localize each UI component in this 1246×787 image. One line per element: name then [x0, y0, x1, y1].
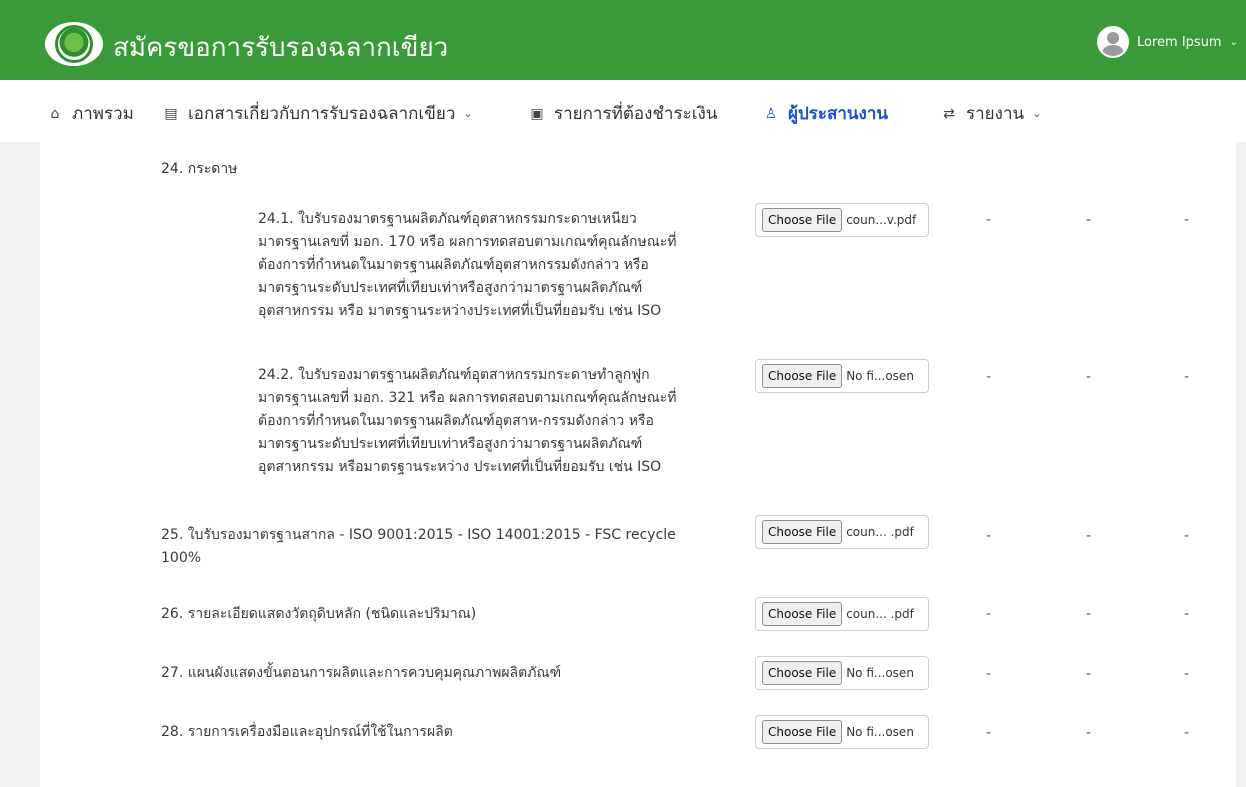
document-icon: ▤ [164, 105, 178, 122]
nav-item-coordinator[interactable]: ♙ ผู้ประสานงาน [762, 100, 888, 127]
document-requirement: 24.2. ใบรับรองมาตรฐานผลิตภัณฑ์อุตสาหกรรม… [258, 367, 677, 475]
status-dash: - [1086, 606, 1092, 622]
avatar-icon[interactable] [1097, 26, 1130, 58]
status-dash: - [1086, 725, 1092, 741]
nav-item-overview[interactable]: ⌂ ภาพรวม [46, 100, 134, 127]
document-requirement: 26. รายละเอียดแสดงวัตถุดิบหลัก (ชนิดและป… [161, 606, 477, 622]
home-icon: ⌂ [50, 105, 60, 122]
status-dash: - [1184, 666, 1190, 682]
choose-file-button[interactable]: Choose File [762, 208, 843, 232]
status-dash: - [1086, 666, 1092, 682]
status-dash: - [986, 606, 992, 622]
left-gutter [0, 142, 40, 787]
document-requirement: 25. ใบรับรองมาตรฐานสากล - ISO 9001:2015 … [161, 527, 676, 566]
document-requirement: 27. แผนผังแสดงขั้นตอนการผลิตและการควบคุม… [161, 665, 562, 681]
status-dash: - [1184, 606, 1190, 622]
file-input[interactable]: Choose File No fi...osen [755, 359, 929, 393]
status-dash: - [1184, 369, 1190, 385]
file-input[interactable]: Choose File coun... .pdf [755, 597, 929, 631]
file-input[interactable]: Choose File coun... .pdf [755, 515, 929, 549]
swap-icon: ⇄ [943, 105, 955, 122]
nav-item-label: รายงาน [966, 104, 1025, 124]
status-dash: - [1086, 212, 1092, 228]
document-requirement: 28. รายการเครื่องมือและอุปกรณ์ที่ใช้ในกา… [161, 724, 453, 740]
nav-item-documents[interactable]: ▤ เอกสารเกี่ยวกับการรับรองฉลากเขียว ⌄ [162, 100, 473, 127]
file-name: coun... .pdf [846, 525, 914, 539]
choose-file-button[interactable]: Choose File [762, 364, 843, 388]
user-name[interactable]: Lorem Ipsum [1137, 35, 1222, 50]
payment-icon: ▣ [530, 105, 544, 122]
choose-file-button[interactable]: Choose File [762, 520, 843, 544]
nav-item-label: รายการที่ต้องชำระเงิน [554, 104, 718, 124]
app-header: สมัครขอการรับรองฉลากเขียว Lorem Ipsum ⌄ [0, 0, 1246, 80]
status-dash: - [986, 369, 992, 385]
nav-item-reports[interactable]: ⇄ รายงาน ⌄ [940, 100, 1041, 127]
status-dash: - [986, 725, 992, 741]
nav-item-payments[interactable]: ▣ รายการที่ต้องชำระเงิน [528, 100, 717, 127]
nav-item-label: เอกสารเกี่ยวกับการรับรองฉลากเขียว [188, 104, 456, 124]
nav-item-label: ภาพรวม [72, 104, 134, 124]
right-gutter [1236, 142, 1246, 787]
status-dash: - [1086, 369, 1092, 385]
file-input[interactable]: Choose File No fi...osen [755, 656, 929, 690]
status-dash: - [1184, 725, 1190, 741]
status-dash: - [1184, 212, 1190, 228]
file-name: No fi...osen [846, 666, 914, 680]
file-name: No fi...osen [846, 725, 914, 739]
chevron-down-icon: ⌄ [1032, 107, 1042, 120]
user-icon: ♙ [764, 105, 778, 122]
green-label-logo-icon [45, 22, 103, 66]
chevron-down-icon: ⌄ [463, 107, 473, 120]
file-name: No fi...osen [846, 369, 914, 383]
app-title: สมัครขอการรับรองฉลากเขียว [113, 33, 449, 63]
status-dash: - [986, 212, 992, 228]
file-input[interactable]: Choose File No fi...osen [755, 715, 929, 749]
file-input[interactable]: Choose File coun...v.pdf [755, 203, 929, 237]
file-name: coun... .pdf [846, 607, 914, 621]
status-dash: - [986, 666, 992, 682]
chevron-down-icon[interactable]: ⌄ [1230, 37, 1238, 48]
user-menu[interactable]: Lorem Ipsum ⌄ [1097, 26, 1238, 58]
choose-file-button[interactable]: Choose File [762, 602, 843, 626]
nav-item-label: ผู้ประสานงาน [788, 104, 889, 124]
section-title: 24. กระดาษ [161, 161, 238, 177]
document-requirement: 24.1. ใบรับรองมาตรฐานผลิตภัณฑ์อุตสาหกรรม… [258, 211, 677, 319]
file-name: coun...v.pdf [846, 213, 917, 227]
choose-file-button[interactable]: Choose File [762, 661, 843, 685]
status-dash: - [1184, 528, 1190, 544]
status-dash: - [1086, 528, 1092, 544]
choose-file-button[interactable]: Choose File [762, 720, 843, 744]
status-dash: - [986, 528, 992, 544]
